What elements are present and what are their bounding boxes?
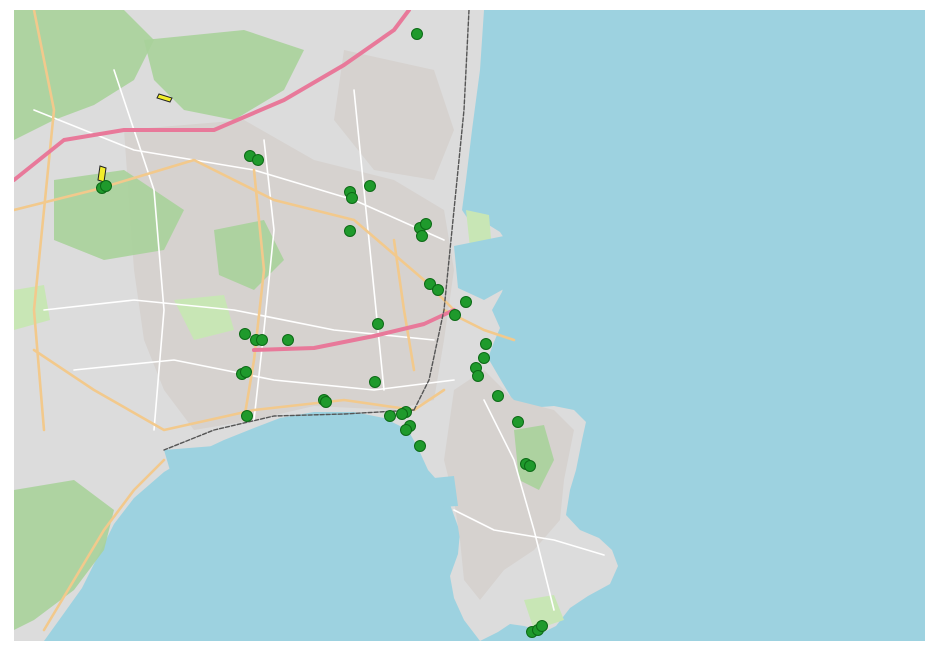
location-marker[interactable]	[524, 460, 536, 472]
location-marker[interactable]	[100, 180, 112, 192]
location-marker[interactable]	[449, 309, 461, 321]
location-marker[interactable]	[239, 328, 251, 340]
location-marker[interactable]	[460, 296, 472, 308]
location-marker[interactable]	[416, 230, 428, 242]
location-marker[interactable]	[384, 410, 396, 422]
location-marker[interactable]	[492, 390, 504, 402]
location-marker[interactable]	[400, 424, 412, 436]
location-marker[interactable]	[364, 180, 376, 192]
location-marker[interactable]	[256, 334, 268, 346]
location-marker[interactable]	[536, 620, 548, 632]
location-marker[interactable]	[411, 28, 423, 40]
map-frame[interactable]	[14, 10, 925, 641]
map-canvas[interactable]	[14, 10, 925, 641]
location-marker[interactable]	[252, 154, 264, 166]
location-marker[interactable]	[372, 318, 384, 330]
location-marker[interactable]	[320, 396, 332, 408]
location-marker[interactable]	[346, 192, 358, 204]
location-marker[interactable]	[478, 352, 490, 364]
location-marker[interactable]	[241, 410, 253, 422]
location-marker[interactable]	[282, 334, 294, 346]
location-marker[interactable]	[512, 416, 524, 428]
location-marker[interactable]	[369, 376, 381, 388]
location-marker[interactable]	[472, 370, 484, 382]
highlighted-area[interactable]	[97, 165, 107, 183]
location-marker[interactable]	[240, 366, 252, 378]
location-marker[interactable]	[414, 440, 426, 452]
location-marker[interactable]	[396, 408, 408, 420]
location-marker[interactable]	[344, 225, 356, 237]
location-marker[interactable]	[420, 218, 432, 230]
location-marker[interactable]	[480, 338, 492, 350]
location-marker[interactable]	[432, 284, 444, 296]
